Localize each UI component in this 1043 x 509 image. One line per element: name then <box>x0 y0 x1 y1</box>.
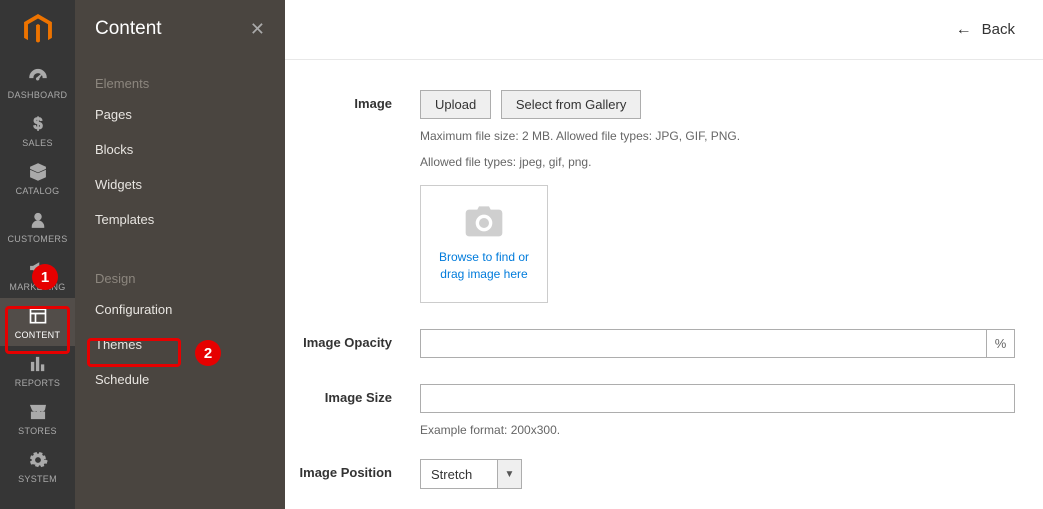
row-position: Image Position Stretch ▼ <box>285 459 1015 489</box>
panel-item-widgets[interactable]: Widgets <box>75 167 285 202</box>
panel-header: Content ✕ <box>75 0 285 58</box>
layout-icon <box>27 305 49 327</box>
rail-item-content[interactable]: CONTENT <box>0 298 75 346</box>
image-opacity-input[interactable] <box>421 330 986 357</box>
label-image: Image <box>285 90 420 111</box>
main-content: ← Back Image Upload Select from Gallery … <box>285 0 1043 509</box>
panel-item-pages[interactable]: Pages <box>75 97 285 132</box>
rail-item-stores[interactable]: STORES <box>0 394 75 442</box>
label-position: Image Position <box>285 459 420 480</box>
gauge-icon <box>27 65 49 87</box>
field-image: Upload Select from Gallery Maximum file … <box>420 90 1015 303</box>
content-flyout-panel: Content ✕ Elements Pages Blocks Widgets … <box>75 0 285 509</box>
rail-item-reports[interactable]: REPORTS <box>0 346 75 394</box>
row-opacity: Image Opacity % <box>285 329 1015 358</box>
field-position: Stretch ▼ <box>420 459 1015 489</box>
rail-item-label: DASHBOARD <box>8 90 68 100</box>
rail-item-label: SALES <box>22 138 53 148</box>
panel-title: Content <box>95 18 162 40</box>
rail-item-label: SYSTEM <box>18 474 57 484</box>
rail-item-catalog[interactable]: CATALOG <box>0 154 75 202</box>
box-icon <box>27 161 49 183</box>
image-dropzone[interactable]: Browse to find or drag image here <box>420 185 548 303</box>
hint-size: Example format: 200x300. <box>420 421 1015 439</box>
watermark-form: Image Upload Select from Gallery Maximum… <box>285 60 1043 489</box>
dollar-icon: $ <box>27 113 49 135</box>
annotation-badge-2: 2 <box>195 340 221 366</box>
select-value: Stretch <box>421 460 497 488</box>
rail-item-label: CUSTOMERS <box>7 234 67 244</box>
arrow-left-icon: ← <box>956 21 972 39</box>
panel-group-elements: Elements Pages Blocks Widgets Templates <box>75 58 285 253</box>
image-position-select[interactable]: Stretch ▼ <box>420 459 522 489</box>
back-label: Back <box>982 21 1015 38</box>
percent-suffix: % <box>986 330 1014 357</box>
field-size: Example format: 200x300. <box>420 384 1015 439</box>
panel-group-title: Design <box>75 259 285 292</box>
field-opacity: % <box>420 329 1015 358</box>
gear-icon <box>27 449 49 471</box>
rail-item-label: CONTENT <box>15 330 61 340</box>
annotation-badge-1: 1 <box>32 264 58 290</box>
close-icon[interactable]: ✕ <box>250 19 265 40</box>
camera-icon <box>464 206 504 243</box>
upload-button[interactable]: Upload <box>420 90 491 119</box>
rail-item-dashboard[interactable]: DASHBOARD <box>0 58 75 106</box>
rail-item-system[interactable]: SYSTEM <box>0 442 75 490</box>
rail-item-label: STORES <box>18 426 57 436</box>
label-opacity: Image Opacity <box>285 329 420 350</box>
label-size: Image Size <box>285 384 420 405</box>
hint-filetypes: Allowed file types: jpeg, gif, png. <box>420 153 1015 171</box>
panel-group-title: Elements <box>75 64 285 97</box>
magento-icon <box>24 14 52 46</box>
image-size-input[interactable] <box>420 384 1015 413</box>
panel-item-schedule[interactable]: Schedule <box>75 362 285 397</box>
hint-maxsize: Maximum file size: 2 MB. Allowed file ty… <box>420 127 1015 145</box>
admin-rail: DASHBOARD $ SALES CATALOG CUSTOMERS MARK… <box>0 0 75 509</box>
dropzone-text: Browse to find or drag image here <box>429 249 539 283</box>
panel-item-templates[interactable]: Templates <box>75 202 285 237</box>
back-button[interactable]: ← Back <box>956 21 1015 39</box>
bars-icon <box>27 353 49 375</box>
svg-text:$: $ <box>33 114 43 133</box>
rail-item-customers[interactable]: CUSTOMERS <box>0 202 75 250</box>
panel-item-configuration[interactable]: Configuration <box>75 292 285 327</box>
store-icon <box>27 401 49 423</box>
select-gallery-button[interactable]: Select from Gallery <box>501 90 642 119</box>
top-bar: ← Back <box>285 0 1043 60</box>
rail-item-label: REPORTS <box>15 378 60 388</box>
panel-item-blocks[interactable]: Blocks <box>75 132 285 167</box>
panel-group-design: Design Configuration Themes Schedule <box>75 253 285 413</box>
magento-logo[interactable] <box>0 6 75 54</box>
person-icon <box>27 209 49 231</box>
rail-item-label: CATALOG <box>16 186 60 196</box>
rail-item-sales[interactable]: $ SALES <box>0 106 75 154</box>
opacity-input-wrap: % <box>420 329 1015 358</box>
panel-item-themes[interactable]: Themes <box>75 327 285 362</box>
chevron-down-icon: ▼ <box>497 460 521 488</box>
row-image: Image Upload Select from Gallery Maximum… <box>285 90 1015 303</box>
row-size: Image Size Example format: 200x300. <box>285 384 1015 439</box>
